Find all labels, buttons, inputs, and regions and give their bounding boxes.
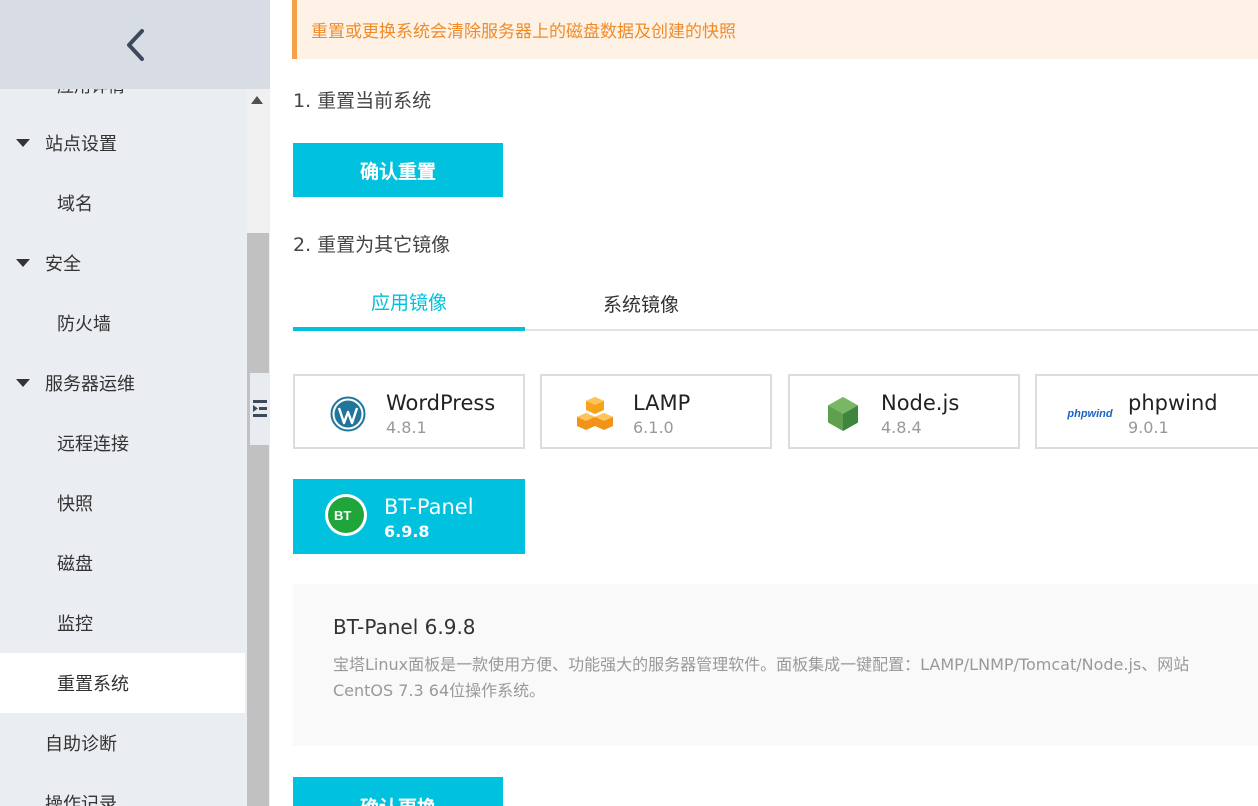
image-card-phpwind[interactable]: phpwind phpwind 9.0.1 <box>1035 374 1258 449</box>
image-detail-panel: BT-Panel 6.9.8 宝塔Linux面板是一款使用方便、功能强大的服务器… <box>293 584 1258 746</box>
sidebar-item-label: 远程连接 <box>57 434 129 455</box>
section-reset-current-title: 1. 重置当前系统 <box>293 90 432 112</box>
image-name: LAMP <box>633 391 691 415</box>
image-version: 4.8.1 <box>386 418 427 437</box>
sidebar-item-label: 监控 <box>57 614 93 635</box>
lamp-logo-icon <box>572 394 618 434</box>
image-card-nodejs[interactable]: Node.js 4.8.4 <box>788 374 1020 449</box>
image-version: 9.0.1 <box>1128 418 1169 437</box>
caret-down-icon <box>16 259 30 267</box>
sidebar-group-label: 安全 <box>45 254 81 275</box>
sidebar-item-reset-system[interactable]: 重置系统 <box>0 653 245 713</box>
chevron-left-icon <box>127 28 144 61</box>
scroll-up-arrow-icon[interactable] <box>251 96 263 104</box>
sidebar-group-server-ops[interactable]: 服务器运维 <box>0 353 245 413</box>
sidebar-item-self-diagnosis[interactable]: 自助诊断 <box>0 713 245 773</box>
sidebar-item-label: 防火墙 <box>57 314 111 335</box>
sidebar-item-label: 自助诊断 <box>45 734 117 755</box>
image-name: WordPress <box>386 391 496 415</box>
caret-down-icon <box>16 379 30 387</box>
collapse-sidebar-button[interactable] <box>250 373 270 445</box>
sidebar-item-disk[interactable]: 磁盘 <box>0 533 245 593</box>
sidebar-item-label: 域名 <box>57 194 93 215</box>
collapse-menu-icon <box>253 400 267 417</box>
image-name: Node.js <box>881 391 960 415</box>
sidebar-group-security[interactable]: 安全 <box>0 233 245 293</box>
phpwind-logo-icon: phpwind <box>1067 408 1113 420</box>
sidebar-item-operation-log[interactable]: 操作记录 <box>0 773 245 806</box>
scrollbar-thumb[interactable] <box>247 233 269 806</box>
description-line: CentOS 7.3 64位操作系统。 <box>333 681 546 700</box>
sidebar-item-domain[interactable]: 域名 <box>0 173 245 233</box>
main-content: 重置或更换系统会清除服务器上的磁盘数据及创建的快照 1. 重置当前系统 确认重置… <box>270 0 1258 806</box>
caret-down-icon <box>16 139 30 147</box>
sidebar-group-label: 服务器运维 <box>45 374 135 395</box>
confirm-reset-button[interactable]: 确认重置 <box>293 143 503 197</box>
image-detail-title: BT-Panel 6.9.8 <box>333 615 476 639</box>
image-version: 6.9.8 <box>384 522 430 541</box>
back-button[interactable] <box>0 0 270 89</box>
wordpress-logo-icon <box>325 394 371 434</box>
sidebar-group-site-settings[interactable]: 站点设置 <box>0 113 245 173</box>
image-name: phpwind <box>1128 391 1218 415</box>
sidebar: 应用详情 站点设置 域名 安全 防火墙 服务器运维 远程连接 快照 磁盘 <box>0 0 270 806</box>
image-type-tabs: 应用镜像 系统镜像 <box>293 276 1258 331</box>
image-card-bt-panel[interactable]: BT BT-Panel 6.9.8 <box>293 479 525 554</box>
nodejs-logo-icon <box>820 394 866 434</box>
image-card-lamp[interactable]: LAMP 6.1.0 <box>540 374 772 449</box>
confirm-change-button[interactable]: 确认更换 <box>293 777 503 806</box>
sidebar-menu: 站点设置 域名 安全 防火墙 服务器运维 远程连接 快照 磁盘 监控 重置系统 <box>0 113 245 806</box>
description-line: 宝塔Linux面板是一款使用方便、功能强大的服务器管理软件。面板集成一键配置：L… <box>333 655 1190 674</box>
sidebar-item-label: 操作记录 <box>45 794 117 806</box>
tab-system-images[interactable]: 系统镜像 <box>525 276 757 331</box>
sidebar-item-label: 快照 <box>57 494 93 515</box>
sidebar-item-remote-connect[interactable]: 远程连接 <box>0 413 245 473</box>
sidebar-item-label: 磁盘 <box>57 554 93 575</box>
sidebar-item-snapshot[interactable]: 快照 <box>0 473 245 533</box>
bt-panel-logo-icon: BT <box>323 494 369 536</box>
notice-text: 重置或更换系统会清除服务器上的磁盘数据及创建的快照 <box>311 22 736 42</box>
section-reset-other-title: 2. 重置为其它镜像 <box>293 234 451 256</box>
sidebar-item-firewall[interactable]: 防火墙 <box>0 293 245 353</box>
image-card-wordpress[interactable]: WordPress 4.8.1 <box>293 374 525 449</box>
sidebar-item-monitor[interactable]: 监控 <box>0 593 245 653</box>
tab-app-images[interactable]: 应用镜像 <box>293 276 525 331</box>
sidebar-group-label: 站点设置 <box>45 134 117 155</box>
image-detail-description: 宝塔Linux面板是一款使用方便、功能强大的服务器管理软件。面板集成一键配置：L… <box>333 652 1258 704</box>
image-version: 6.1.0 <box>633 418 674 437</box>
svg-text:BT: BT <box>334 508 351 523</box>
sidebar-item-label: 重置系统 <box>57 674 129 695</box>
image-name: BT-Panel <box>384 495 474 519</box>
warning-notice: 重置或更换系统会清除服务器上的磁盘数据及创建的快照 <box>292 0 1258 59</box>
image-version: 4.8.4 <box>881 418 922 437</box>
